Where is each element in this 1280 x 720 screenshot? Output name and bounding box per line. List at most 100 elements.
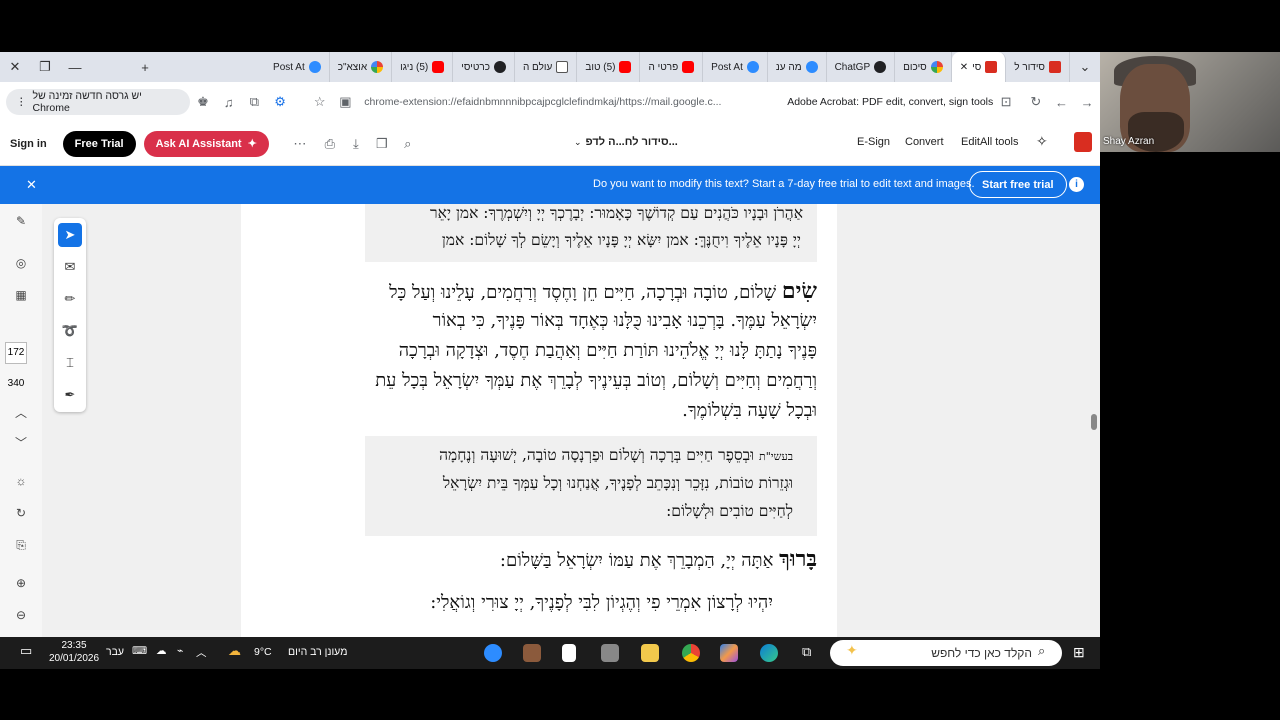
notifications-icon[interactable]: ▭ bbox=[20, 643, 32, 659]
browser-tab[interactable]: (5) ניגו bbox=[392, 52, 454, 82]
tab-search-icon[interactable]: ⌄ bbox=[1070, 59, 1100, 75]
free-trial-button[interactable]: Free Trial bbox=[62, 130, 136, 157]
start-button-icon[interactable]: ⊞ bbox=[1073, 644, 1085, 661]
media-icon[interactable]: ♫ bbox=[216, 95, 242, 110]
refresh-icon[interactable]: ↻ bbox=[6, 506, 36, 520]
keyboard-icon[interactable]: ⌨ bbox=[132, 645, 147, 657]
zoom-in-icon[interactable]: ⊕ bbox=[6, 576, 36, 590]
page-view-icon[interactable]: ❒ bbox=[369, 136, 395, 152]
browser-tab[interactable]: סידור ל bbox=[1006, 52, 1070, 82]
browser-tab[interactable]: עולם ה bbox=[515, 52, 578, 82]
banner-close-icon[interactable]: ✕ bbox=[26, 177, 37, 193]
browser-tab[interactable]: ChatGP bbox=[827, 52, 896, 82]
esign-button[interactable]: E-Sign bbox=[857, 136, 890, 148]
new-tab-button[interactable]: + bbox=[130, 60, 160, 75]
extension-blue-icon[interactable]: ⚙ bbox=[267, 94, 293, 110]
text-span: אַתָּה יְיָ, הַמְבָרֵךְ אֶת עַמּוֹ יִשְׂ… bbox=[499, 550, 774, 571]
vertical-scrollbar[interactable] bbox=[1088, 204, 1100, 637]
reload-icon[interactable]: ↻ bbox=[1023, 94, 1049, 110]
chrome-icon[interactable] bbox=[682, 644, 700, 662]
browser-tab[interactable]: (5) טוב bbox=[577, 52, 641, 82]
tab-label: מה ענ bbox=[775, 61, 802, 73]
rotate-icon[interactable]: ☼ bbox=[6, 474, 36, 488]
extensions-icon[interactable]: ⧉ bbox=[242, 94, 268, 110]
comment-tool-icon[interactable]: ✉ bbox=[58, 255, 82, 279]
browser-tab[interactable]: Post At bbox=[703, 52, 768, 82]
current-page-input[interactable]: 172 bbox=[5, 342, 27, 364]
draw-tool-icon[interactable]: ➰ bbox=[58, 319, 82, 343]
address-bar-row: ⋮ יש גרסה חדשה זמינה של Chrome ♚ ♫ ⧉ ⚙ ☆… bbox=[0, 82, 1100, 122]
next-page-icon[interactable]: ﹀ bbox=[6, 434, 36, 451]
bookmark-star-icon[interactable]: ☆ bbox=[307, 94, 333, 110]
ask-ai-assistant-button[interactable]: Ask AI Assistant ✦ bbox=[143, 130, 269, 157]
ai-chat-icon[interactable]: ◎ bbox=[6, 256, 36, 270]
edge-icon[interactable] bbox=[760, 644, 778, 662]
ai-assistant-icon[interactable]: ✧ bbox=[1036, 133, 1048, 150]
browser-tab[interactable]: סיכום bbox=[895, 52, 952, 82]
close-window-icon[interactable]: ✕ bbox=[0, 59, 30, 75]
chatgpt-icon bbox=[874, 61, 887, 73]
document-title[interactable]: ⌄ סידור לח...ה לדפ... bbox=[574, 136, 678, 148]
google-icon bbox=[930, 61, 943, 73]
export-icon[interactable]: ⎘ bbox=[6, 538, 36, 553]
document-app-icon[interactable] bbox=[562, 644, 576, 662]
info-icon[interactable]: i bbox=[1069, 177, 1084, 192]
zoom-icon bbox=[746, 61, 759, 73]
more-options-icon[interactable]: ⋯ bbox=[287, 136, 313, 152]
language-indicator[interactable]: עבר bbox=[106, 646, 124, 658]
app-icon[interactable] bbox=[523, 644, 541, 662]
browser-tab[interactable]: Post At bbox=[265, 52, 330, 82]
browser-tab[interactable]: סי ✕ bbox=[951, 52, 1007, 82]
browser-tab[interactable]: כרטיסי bbox=[453, 52, 515, 82]
convert-button[interactable]: Convert bbox=[905, 136, 944, 148]
update-notice-pill[interactable]: ⋮ יש גרסה חדשה זמינה של Chrome bbox=[6, 89, 191, 115]
thumbnails-icon[interactable]: ▦ bbox=[6, 288, 36, 302]
browser-tab[interactable]: מה ענ bbox=[768, 52, 827, 82]
download-icon[interactable]: ⤓ bbox=[343, 136, 369, 152]
weather-description[interactable]: מעונן רב היום bbox=[288, 646, 347, 658]
back-icon[interactable]: ← bbox=[1049, 95, 1075, 110]
zoom-app-icon[interactable] bbox=[484, 644, 502, 662]
profile-icon[interactable]: ♚ bbox=[190, 94, 216, 110]
text-tool-icon[interactable]: ⌶ bbox=[58, 351, 82, 375]
highlight-tool-icon[interactable]: ✏ bbox=[58, 287, 82, 311]
site-info-icon[interactable]: ▣ bbox=[333, 94, 359, 110]
participant-name: Shay Azran bbox=[1103, 136, 1155, 147]
copilot-icon[interactable] bbox=[720, 644, 738, 662]
file-explorer-icon[interactable] bbox=[641, 644, 659, 662]
select-tool-icon[interactable]: ➤ bbox=[58, 223, 82, 247]
print-icon[interactable]: ⎙ bbox=[317, 136, 343, 152]
clock[interactable]: 23:35 20/01/2026 bbox=[48, 639, 100, 665]
app-icon[interactable] bbox=[601, 644, 619, 662]
text-line: יִשְׂרָאֵל עַמֶּךָ. בָּרְכֵנוּ אָבִינוּ … bbox=[432, 310, 817, 331]
forward-icon[interactable]: → bbox=[1074, 95, 1100, 110]
zoom-out-icon[interactable]: ⊖ bbox=[6, 608, 36, 622]
task-view-icon[interactable]: ⧉ bbox=[802, 644, 811, 660]
sign-tool-icon[interactable]: ✒ bbox=[58, 383, 82, 407]
browser-tab[interactable]: פרטי ה bbox=[640, 52, 704, 82]
restore-window-icon[interactable]: ❐ bbox=[30, 59, 60, 75]
network-icon[interactable]: ⌁ bbox=[177, 645, 183, 657]
close-tab-icon[interactable]: ✕ bbox=[960, 62, 968, 73]
sign-in-link[interactable]: Sign in bbox=[10, 138, 47, 150]
scrollbar-thumb[interactable] bbox=[1091, 414, 1097, 430]
pdf-icon bbox=[985, 61, 998, 73]
browser-tab-strip: ✕ ❐ — + סידור ל סי ✕ סיכום ChatGP מה ענ Post A… bbox=[0, 52, 1100, 82]
onedrive-icon[interactable]: ☁ bbox=[156, 645, 167, 657]
edit-all-tools-button[interactable]: EditAll tools bbox=[961, 136, 1018, 148]
sim-shalom-heading: שִׂים bbox=[781, 278, 817, 304]
weather-temperature[interactable]: 9°C bbox=[254, 646, 272, 658]
search-icon[interactable]: ⌕ bbox=[395, 136, 421, 152]
more-menu-icon: ⋮ bbox=[16, 96, 27, 108]
browser-tab[interactable]: אוצא"כ bbox=[330, 52, 393, 82]
taskbar-search-input[interactable]: הקלד כאן כדי לחפש bbox=[830, 640, 1062, 666]
annotations-icon[interactable]: ✎ bbox=[6, 214, 36, 228]
previous-page-icon[interactable]: ︿ bbox=[6, 404, 36, 421]
url-field[interactable]: chrome-extension://efaidnbmnnnibpcajpcgl… bbox=[364, 96, 779, 108]
pdf-page: אַהֲרֹן וּבָנָיו כֹּהֲנִים עַם קְדוֹשֶׁך… bbox=[241, 204, 837, 637]
start-free-trial-button[interactable]: Start free trial bbox=[969, 171, 1067, 198]
minimize-window-icon[interactable]: — bbox=[60, 60, 90, 75]
show-hidden-icons-icon[interactable]: ︿ bbox=[196, 645, 207, 660]
search-highlight-icon: ✦ bbox=[846, 642, 858, 658]
left-rail: ✎ ◎ ▦ 172 340 ︿ ﹀ ☼ ↻ ⎘ ⊕ ⊖ bbox=[0, 204, 42, 637]
